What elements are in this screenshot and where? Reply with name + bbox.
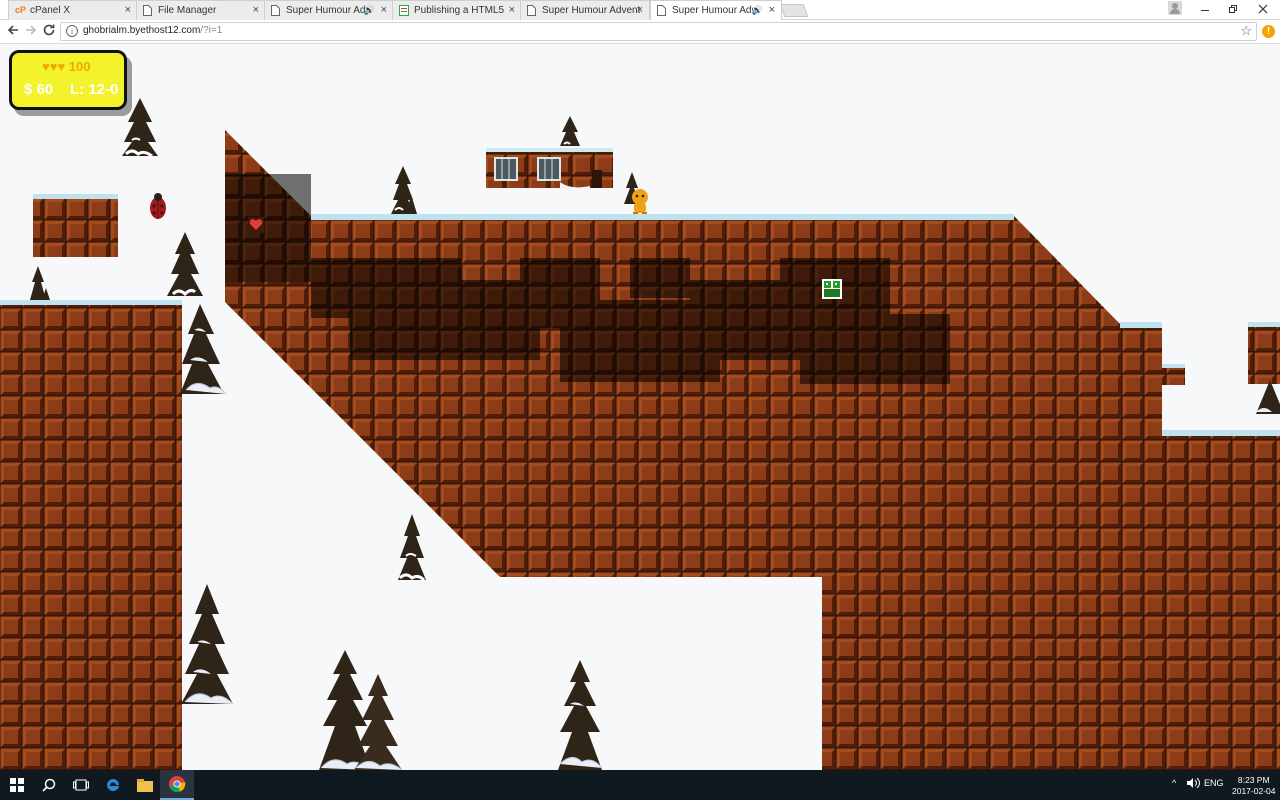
tab-strip: cP cPanel X × File Manager × Super Humou… (0, 0, 1280, 20)
url-text[interactable]: ghobrialm.byethost12.com/?i=1 (83, 25, 222, 36)
close-window-icon[interactable] (1250, 0, 1276, 18)
player-character[interactable] (632, 189, 648, 214)
restore-icon[interactable] (1220, 0, 1246, 18)
tab-super-humour-active[interactable]: Super Humour Adver 🔊 × (650, 0, 782, 20)
pine-tree (398, 514, 426, 582)
terrain-left-column (0, 300, 182, 770)
info-icon[interactable]: i (66, 25, 78, 37)
tray-chevron-icon[interactable]: ^ (1172, 778, 1176, 788)
reload-icon[interactable] (41, 23, 57, 39)
pine-tree (560, 116, 580, 146)
tab-close-icon[interactable]: × (637, 4, 643, 16)
heart-pickup-icon[interactable] (248, 217, 264, 233)
url-host: ghobrialm.byethost12.com (83, 25, 201, 36)
new-tab-button[interactable] (779, 4, 809, 17)
health-display: ♥♥♥ 100 (42, 59, 90, 74)
snowy-pine-tree (181, 584, 234, 705)
back-arrow-icon[interactable] (5, 23, 21, 39)
clock-date: 2017-02-04 (1232, 786, 1276, 796)
cabin-platform (486, 148, 613, 190)
task-view-icon[interactable] (64, 770, 98, 800)
language-indicator[interactable]: ENG (1204, 778, 1224, 788)
file-explorer-icon[interactable] (128, 770, 162, 800)
heart-icon: ♥♥♥ (42, 59, 66, 74)
game-hud: ♥♥♥ 100 $ 60 L: 12-0 (9, 50, 127, 110)
pine-tree (391, 166, 417, 214)
chrome-icon[interactable] (160, 770, 194, 800)
tab-super-humour-2[interactable]: Super Humour Adventur × (520, 0, 650, 20)
minimize-icon[interactable] (1192, 0, 1218, 18)
tab-title: Publishing a HTML5 Gam (414, 5, 506, 16)
page-icon (527, 5, 537, 16)
snowy-pine-tree (319, 650, 371, 770)
tab-publishing-html5[interactable]: Publishing a HTML5 Gam × (392, 0, 522, 20)
terrain-right-ledges (1162, 322, 1280, 385)
pine-tree (167, 232, 203, 297)
tab-file-manager[interactable]: File Manager × (136, 0, 266, 20)
tab-cpanel[interactable]: cP cPanel X × (8, 0, 138, 20)
ladybug-enemy[interactable] (150, 193, 166, 219)
game-viewport[interactable]: ♥♥♥ 100 $ 60 L: 12-0 (0, 44, 1280, 770)
tab-close-icon[interactable]: × (125, 4, 131, 16)
browser-toolbar: i ghobrialm.byethost12.com/?i=1 ☆ ! (0, 20, 1280, 44)
edge-browser-icon[interactable] (96, 770, 130, 800)
volume-icon[interactable] (1186, 777, 1200, 790)
snowy-pine-tree (180, 304, 227, 395)
pine-tree (30, 266, 50, 300)
tab-close-icon[interactable]: × (253, 4, 259, 16)
tab-super-humour-1[interactable]: Super Humour Adver 🔊 × (264, 0, 394, 20)
tab-title: File Manager (158, 5, 217, 16)
tab-close-icon[interactable]: × (509, 4, 515, 16)
tab-close-icon[interactable]: × (381, 4, 387, 16)
tab-close-icon[interactable]: × (769, 4, 775, 16)
terrain-main-mass (225, 130, 1280, 770)
snowy-pine-tree (1256, 380, 1280, 414)
profile-icon[interactable] (1168, 1, 1182, 15)
terrain-floating-block (33, 194, 118, 257)
cpanel-icon: cP (15, 5, 27, 15)
system-clock[interactable]: 8:23 PM 2017-02-04 (1232, 775, 1275, 797)
extension-alert-icon[interactable]: ! (1262, 25, 1275, 38)
tab-title: cPanel X (30, 5, 71, 16)
frog-enemy[interactable] (822, 279, 842, 299)
windows-start-icon[interactable] (0, 770, 34, 800)
clock-time: 8:23 PM (1237, 775, 1270, 785)
speaker-icon[interactable]: 🔊 (752, 5, 763, 16)
money-counter: $ 60 (24, 81, 54, 98)
tab-title: Super Humour Adventur (542, 5, 640, 16)
snowy-pine-tree (558, 660, 603, 770)
search-icon[interactable] (32, 770, 66, 800)
tab-title: Super Humour Adver (672, 5, 756, 16)
level-indicator: L: 12-0 (70, 81, 119, 98)
address-bar[interactable]: i ghobrialm.byethost12.com/?i=1 ☆ (60, 22, 1257, 41)
health-value: 100 (68, 59, 91, 74)
document-icon (399, 5, 409, 16)
game-scene (0, 98, 1280, 770)
tab-title: Super Humour Adver (286, 5, 368, 16)
forward-arrow-icon[interactable] (23, 23, 39, 39)
page-icon (271, 5, 281, 16)
url-path: /?i=1 (200, 25, 223, 36)
bookmark-star-icon[interactable]: ☆ (1240, 23, 1252, 39)
page-icon (143, 5, 153, 16)
page-icon (657, 5, 667, 16)
speaker-icon[interactable]: 🔊 (364, 5, 375, 16)
windows-taskbar: ^ ENG 8:23 PM 2017-02-04 (0, 770, 1280, 800)
pine-tree (122, 98, 158, 158)
